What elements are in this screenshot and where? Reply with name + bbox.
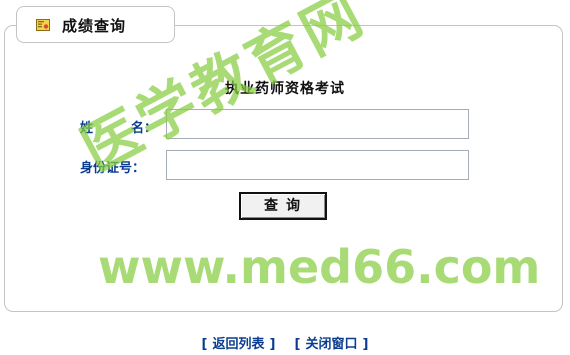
panel-tab: 成绩查询: [16, 6, 175, 43]
id-number-input[interactable]: [167, 151, 468, 179]
name-field[interactable]: [166, 109, 469, 139]
name-label: 姓 名：: [80, 117, 157, 136]
back-to-list-label: 返回列表: [212, 337, 265, 352]
tab-title: 成绩查询: [62, 17, 127, 35]
id-number-label: 身份证号：: [80, 161, 146, 176]
footer-links: [返回列表] [关闭窗口]: [0, 333, 570, 352]
name-label-part1: 姓: [80, 121, 94, 136]
query-button[interactable]: 查询: [239, 192, 327, 220]
name-label-part2: 名：: [131, 121, 158, 136]
id-number-field[interactable]: [166, 150, 469, 180]
exam-title: 执业药师资格考试: [225, 81, 345, 97]
back-to-list-link[interactable]: [返回列表]: [202, 337, 276, 352]
close-window-label: 关闭窗口: [305, 337, 358, 352]
name-input[interactable]: [167, 110, 468, 138]
certificate-icon: [36, 17, 50, 31]
close-window-link[interactable]: [关闭窗口]: [295, 337, 369, 352]
